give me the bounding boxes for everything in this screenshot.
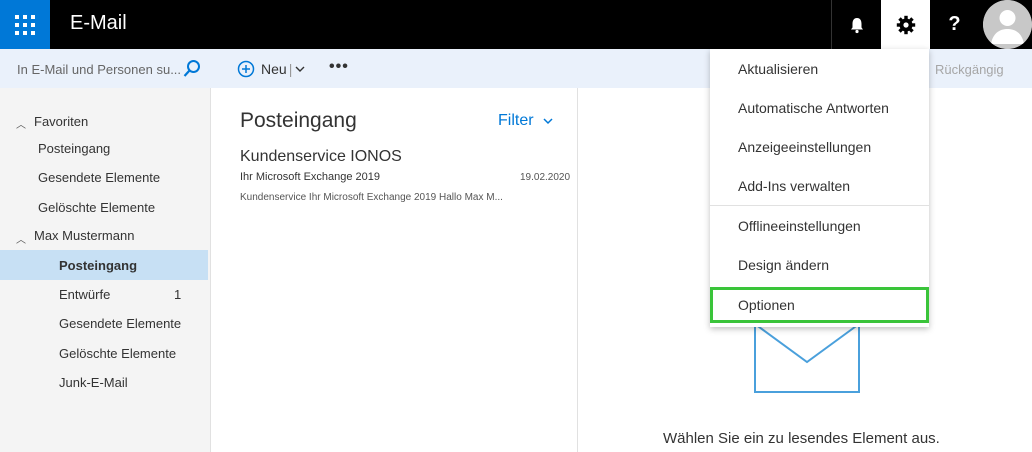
menu-item[interactable]: Add-Ins verwalten: [738, 178, 850, 194]
folder-item[interactable]: Junk-E-Mail: [59, 375, 128, 390]
bell-icon: [850, 17, 863, 33]
search-icon[interactable]: [182, 59, 202, 79]
menu-item[interactable]: Aktualisieren: [738, 61, 818, 77]
menu-divider: [710, 205, 929, 206]
search-box[interactable]: In E-Mail und Personen su...: [0, 49, 210, 88]
folder-item[interactable]: Entwürfe: [59, 287, 110, 302]
favorites-header[interactable]: Favoriten: [34, 114, 88, 129]
mail-sender[interactable]: Kundenservice IONOS: [240, 148, 402, 166]
favorite-item[interactable]: Gesendete Elemente: [38, 170, 160, 185]
menu-item[interactable]: Automatische Antworten: [738, 100, 889, 116]
account-header[interactable]: Max Mustermann: [34, 228, 134, 243]
settings-menu: Aktualisieren Automatische Antworten Anz…: [710, 49, 929, 327]
settings-button[interactable]: [881, 0, 930, 49]
message-list-pane: [211, 88, 578, 452]
favorite-item[interactable]: Gelöschte Elemente: [38, 200, 155, 215]
filter-button[interactable]: Filter: [498, 112, 554, 130]
chevron-down-icon[interactable]: [294, 63, 306, 75]
mail-date: 19.02.2020: [520, 172, 571, 183]
folder-item[interactable]: Gesendete Elemente: [59, 316, 181, 331]
new-button-label: Neu: [261, 61, 287, 77]
new-button[interactable]: Neu |: [237, 59, 306, 79]
notifications-button[interactable]: [832, 0, 881, 49]
avatar[interactable]: [983, 0, 1032, 49]
gear-icon: [896, 15, 915, 34]
mail-preview[interactable]: Kundenservice Ihr Microsoft Exchange 201…: [240, 192, 503, 203]
list-title: Posteingang: [240, 109, 357, 132]
envelope-icon: [754, 323, 860, 393]
chevron-down-icon: [543, 118, 553, 125]
folder-unread-count: 1: [174, 287, 182, 302]
menu-item[interactable]: Design ändern: [738, 257, 829, 273]
plus-circle-icon: [237, 60, 255, 78]
folder-pane: ︿ Favoriten Posteingang Gesendete Elemen…: [0, 88, 211, 452]
folder-item[interactable]: Gelöschte Elemente: [59, 346, 176, 361]
mail-subject[interactable]: Ihr Microsoft Exchange 2019: [240, 171, 380, 183]
filter-label: Filter: [498, 112, 534, 129]
help-button[interactable]: ?: [930, 0, 979, 49]
app-title: E-Mail: [70, 12, 127, 34]
new-button-separator: |: [288, 61, 293, 77]
folder-item[interactable]: Posteingang: [59, 258, 137, 273]
help-icon: ?: [948, 13, 961, 35]
favorite-item[interactable]: Posteingang: [38, 141, 110, 156]
undo-button[interactable]: Rückgängig: [935, 62, 1004, 77]
menu-item[interactable]: Offlineeinstellungen: [738, 218, 861, 234]
avatar-icon: [983, 0, 1032, 49]
menu-item[interactable]: Anzeigeeinstellungen: [738, 139, 871, 155]
more-actions-button[interactable]: •••: [329, 58, 349, 76]
app-launcher-icon[interactable]: [0, 0, 50, 49]
chevron-up-icon[interactable]: ︿: [16, 116, 26, 131]
chevron-up-icon[interactable]: ︿: [16, 231, 26, 246]
options-highlight: [710, 287, 929, 323]
reading-pane-empty-text: Wählen Sie ein zu lesendes Element aus.: [663, 430, 940, 447]
search-input[interactable]: In E-Mail und Personen su...: [17, 62, 181, 77]
